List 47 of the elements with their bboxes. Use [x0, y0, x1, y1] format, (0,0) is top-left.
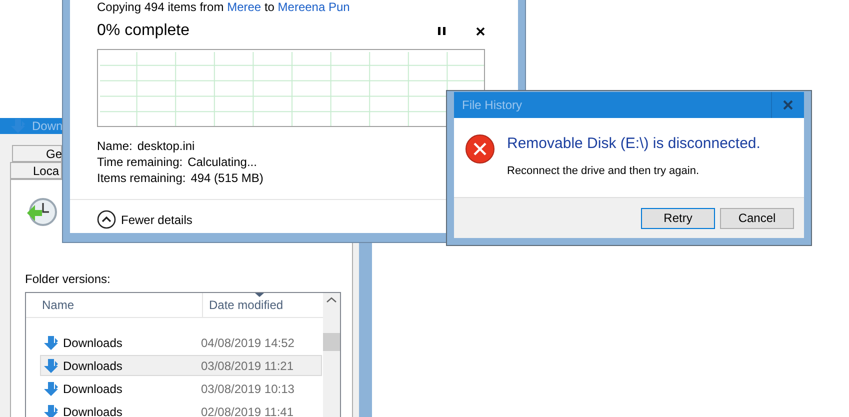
tab[interactable]: Loca: [10, 162, 62, 179]
detail-value: desktop.ini: [137, 139, 195, 153]
error-message: Reconnect the drive and then try again.: [507, 165, 700, 177]
scrollbar[interactable]: [323, 293, 340, 417]
folder-link[interactable]: Mereena Pun: [278, 0, 350, 14]
folder-versions-label: Folder versions:: [25, 272, 112, 286]
dialog-button[interactable]: Retry: [641, 208, 715, 228]
progress-percent: 0% complete: [97, 22, 190, 40]
details-toggle[interactable]: Fewer details: [121, 212, 192, 226]
version-row[interactable]: Downloads 03/08/2019 11:21: [40, 355, 322, 376]
close-icon[interactable]: [476, 26, 485, 36]
detail-label: Items remaining:: [97, 171, 186, 185]
download-arrow-icon: [43, 358, 59, 374]
folder-link[interactable]: Meree: [227, 0, 262, 14]
version-name: Downloads: [63, 336, 122, 350]
detail-value: Calculating...: [188, 155, 257, 169]
tab[interactable]: Ge: [12, 145, 62, 162]
detail-label: Name:: [97, 139, 132, 153]
version-date: 03/08/2019 11:21: [200, 358, 294, 372]
column-header[interactable]: Name: [26, 293, 203, 317]
version-row[interactable]: Downloads 02/08/2019 11:41: [40, 401, 322, 417]
dialog-title: File History: [462, 98, 524, 112]
restore-clock-icon: [25, 196, 57, 228]
version-date: 04/08/2019 14:52: [200, 336, 294, 350]
version-row[interactable]: Downloads 03/08/2019 10:13: [40, 378, 322, 399]
error-heading: Removable Disk (E:\) is disconnected.: [507, 135, 760, 152]
download-arrow-icon: [43, 380, 59, 396]
version-date: 02/08/2019 11:41: [200, 404, 294, 417]
download-arrow-icon: [43, 404, 59, 417]
version-name: Downloads: [63, 404, 122, 417]
version-name: Downloads: [63, 358, 122, 372]
download-arrow-icon: [10, 118, 26, 134]
scroll-thumb[interactable]: [323, 333, 340, 351]
window-title: Down: [32, 119, 63, 133]
detail-value: 494 (515 MB): [190, 171, 264, 185]
version-name: Downloads: [63, 382, 122, 396]
detail-label: Time remaining:: [97, 155, 183, 169]
copy-status-text: Copying 494 items from Meree to Mereena Pun: [97, 0, 351, 14]
error-icon: [465, 134, 495, 164]
version-row[interactable]: Downloads 04/08/2019 14:52: [40, 332, 322, 353]
pause-icon[interactable]: [438, 27, 446, 35]
version-date: 03/08/2019 10:13: [200, 382, 294, 396]
download-arrow-icon: [43, 334, 59, 350]
dialog-button[interactable]: Cancel: [720, 208, 794, 228]
column-header[interactable]: Date modified: [203, 293, 284, 317]
sort-caret-icon: [255, 293, 264, 297]
chevron-up-icon[interactable]: [97, 210, 116, 229]
